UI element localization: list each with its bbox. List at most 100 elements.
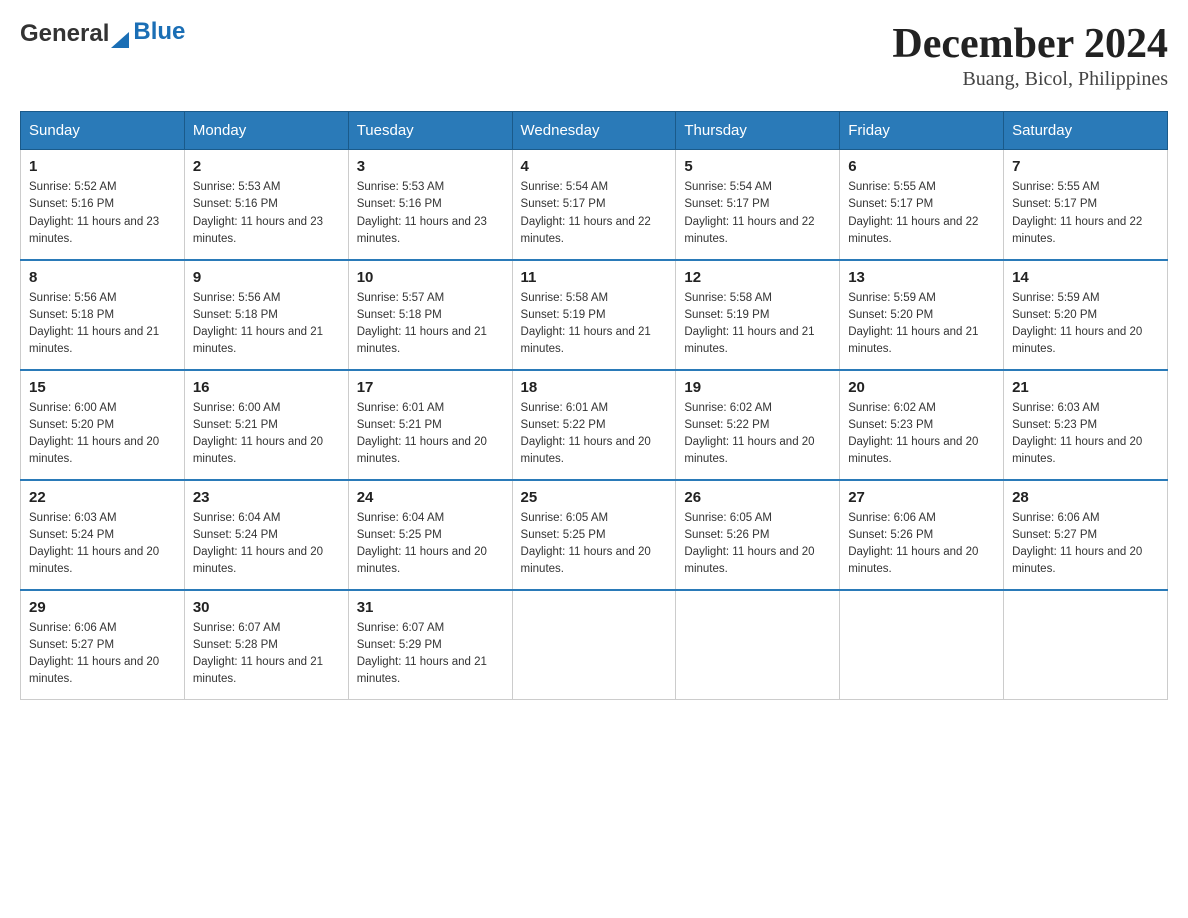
calendar-day-cell: 10 Sunrise: 5:57 AM Sunset: 5:18 PM Dayl… [348,260,512,370]
day-info: Sunrise: 5:53 AM Sunset: 5:16 PM Dayligh… [357,179,504,248]
day-number: 13 [848,269,995,286]
calendar-day-cell [840,590,1004,700]
day-info: Sunrise: 5:58 AM Sunset: 5:19 PM Dayligh… [684,290,831,359]
col-saturday: Saturday [1004,112,1168,150]
month-year-title: December 2024 [892,20,1168,68]
day-info: Sunrise: 6:06 AM Sunset: 5:27 PM Dayligh… [1012,510,1159,579]
calendar-day-cell: 30 Sunrise: 6:07 AM Sunset: 5:28 PM Dayl… [184,590,348,700]
calendar-day-cell: 8 Sunrise: 5:56 AM Sunset: 5:18 PM Dayli… [21,260,185,370]
calendar-day-cell: 19 Sunrise: 6:02 AM Sunset: 5:22 PM Dayl… [676,370,840,480]
calendar-day-cell: 28 Sunrise: 6:06 AM Sunset: 5:27 PM Dayl… [1004,480,1168,590]
day-info: Sunrise: 5:59 AM Sunset: 5:20 PM Dayligh… [1012,290,1159,359]
day-number: 15 [29,379,176,396]
day-info: Sunrise: 5:56 AM Sunset: 5:18 PM Dayligh… [193,290,340,359]
day-number: 21 [1012,379,1159,396]
day-info: Sunrise: 6:04 AM Sunset: 5:24 PM Dayligh… [193,510,340,579]
day-number: 10 [357,269,504,286]
col-monday: Monday [184,112,348,150]
day-info: Sunrise: 6:05 AM Sunset: 5:25 PM Dayligh… [521,510,668,579]
day-info: Sunrise: 6:07 AM Sunset: 5:28 PM Dayligh… [193,620,340,689]
calendar-day-cell: 9 Sunrise: 5:56 AM Sunset: 5:18 PM Dayli… [184,260,348,370]
day-info: Sunrise: 5:54 AM Sunset: 5:17 PM Dayligh… [521,179,668,248]
day-number: 1 [29,158,176,175]
day-info: Sunrise: 6:01 AM Sunset: 5:21 PM Dayligh… [357,400,504,469]
calendar-day-cell: 7 Sunrise: 5:55 AM Sunset: 5:17 PM Dayli… [1004,150,1168,260]
day-info: Sunrise: 5:54 AM Sunset: 5:17 PM Dayligh… [684,179,831,248]
day-info: Sunrise: 6:03 AM Sunset: 5:23 PM Dayligh… [1012,400,1159,469]
calendar-week-row: 8 Sunrise: 5:56 AM Sunset: 5:18 PM Dayli… [21,260,1168,370]
day-info: Sunrise: 6:06 AM Sunset: 5:26 PM Dayligh… [848,510,995,579]
col-thursday: Thursday [676,112,840,150]
day-number: 17 [357,379,504,396]
col-sunday: Sunday [21,112,185,150]
day-info: Sunrise: 6:02 AM Sunset: 5:22 PM Dayligh… [684,400,831,469]
day-info: Sunrise: 5:55 AM Sunset: 5:17 PM Dayligh… [1012,179,1159,248]
calendar-day-cell: 29 Sunrise: 6:06 AM Sunset: 5:27 PM Dayl… [21,590,185,700]
day-number: 9 [193,269,340,286]
calendar-day-cell: 25 Sunrise: 6:05 AM Sunset: 5:25 PM Dayl… [512,480,676,590]
col-wednesday: Wednesday [512,112,676,150]
calendar-day-cell: 31 Sunrise: 6:07 AM Sunset: 5:29 PM Dayl… [348,590,512,700]
calendar-week-row: 29 Sunrise: 6:06 AM Sunset: 5:27 PM Dayl… [21,590,1168,700]
calendar-day-cell: 18 Sunrise: 6:01 AM Sunset: 5:22 PM Dayl… [512,370,676,480]
calendar-day-cell: 13 Sunrise: 5:59 AM Sunset: 5:20 PM Dayl… [840,260,1004,370]
calendar-title-block: December 2024 Buang, Bicol, Philippines [892,20,1168,91]
day-number: 18 [521,379,668,396]
day-number: 31 [357,599,504,616]
day-number: 4 [521,158,668,175]
day-number: 3 [357,158,504,175]
col-friday: Friday [840,112,1004,150]
calendar-day-cell: 6 Sunrise: 5:55 AM Sunset: 5:17 PM Dayli… [840,150,1004,260]
day-number: 2 [193,158,340,175]
day-info: Sunrise: 5:56 AM Sunset: 5:18 PM Dayligh… [29,290,176,359]
page-header: General Blue December 2024 Buang, Bicol,… [20,20,1168,91]
calendar-day-cell: 14 Sunrise: 5:59 AM Sunset: 5:20 PM Dayl… [1004,260,1168,370]
day-info: Sunrise: 5:57 AM Sunset: 5:18 PM Dayligh… [357,290,504,359]
calendar-day-cell: 15 Sunrise: 6:00 AM Sunset: 5:20 PM Dayl… [21,370,185,480]
calendar-day-cell: 20 Sunrise: 6:02 AM Sunset: 5:23 PM Dayl… [840,370,1004,480]
calendar-day-cell: 11 Sunrise: 5:58 AM Sunset: 5:19 PM Dayl… [512,260,676,370]
logo-mark: General [20,20,129,48]
calendar-week-row: 15 Sunrise: 6:00 AM Sunset: 5:20 PM Dayl… [21,370,1168,480]
day-info: Sunrise: 6:06 AM Sunset: 5:27 PM Dayligh… [29,620,176,689]
calendar-day-cell [676,590,840,700]
calendar-day-cell: 17 Sunrise: 6:01 AM Sunset: 5:21 PM Dayl… [348,370,512,480]
logo: General Blue [20,20,185,48]
calendar-day-cell: 2 Sunrise: 5:53 AM Sunset: 5:16 PM Dayli… [184,150,348,260]
calendar-header-row: Sunday Monday Tuesday Wednesday Thursday… [21,112,1168,150]
calendar-day-cell: 23 Sunrise: 6:04 AM Sunset: 5:24 PM Dayl… [184,480,348,590]
day-info: Sunrise: 6:01 AM Sunset: 5:22 PM Dayligh… [521,400,668,469]
calendar-table: Sunday Monday Tuesday Wednesday Thursday… [20,111,1168,700]
day-number: 27 [848,489,995,506]
day-info: Sunrise: 6:03 AM Sunset: 5:24 PM Dayligh… [29,510,176,579]
day-number: 29 [29,599,176,616]
day-info: Sunrise: 5:59 AM Sunset: 5:20 PM Dayligh… [848,290,995,359]
calendar-day-cell [1004,590,1168,700]
day-number: 19 [684,379,831,396]
day-info: Sunrise: 5:53 AM Sunset: 5:16 PM Dayligh… [193,179,340,248]
day-number: 16 [193,379,340,396]
calendar-day-cell: 26 Sunrise: 6:05 AM Sunset: 5:26 PM Dayl… [676,480,840,590]
day-number: 23 [193,489,340,506]
calendar-day-cell: 27 Sunrise: 6:06 AM Sunset: 5:26 PM Dayl… [840,480,1004,590]
day-number: 24 [357,489,504,506]
calendar-week-row: 1 Sunrise: 5:52 AM Sunset: 5:16 PM Dayli… [21,150,1168,260]
day-info: Sunrise: 6:04 AM Sunset: 5:25 PM Dayligh… [357,510,504,579]
calendar-day-cell: 3 Sunrise: 5:53 AM Sunset: 5:16 PM Dayli… [348,150,512,260]
day-number: 5 [684,158,831,175]
day-info: Sunrise: 6:05 AM Sunset: 5:26 PM Dayligh… [684,510,831,579]
calendar-day-cell [512,590,676,700]
day-number: 6 [848,158,995,175]
logo-triangle-icon [111,32,129,48]
calendar-day-cell: 5 Sunrise: 5:54 AM Sunset: 5:17 PM Dayli… [676,150,840,260]
day-info: Sunrise: 5:58 AM Sunset: 5:19 PM Dayligh… [521,290,668,359]
calendar-day-cell: 1 Sunrise: 5:52 AM Sunset: 5:16 PM Dayli… [21,150,185,260]
day-info: Sunrise: 6:07 AM Sunset: 5:29 PM Dayligh… [357,620,504,689]
location-subtitle: Buang, Bicol, Philippines [892,68,1168,91]
calendar-day-cell: 21 Sunrise: 6:03 AM Sunset: 5:23 PM Dayl… [1004,370,1168,480]
day-info: Sunrise: 6:00 AM Sunset: 5:21 PM Dayligh… [193,400,340,469]
day-number: 14 [1012,269,1159,286]
calendar-week-row: 22 Sunrise: 6:03 AM Sunset: 5:24 PM Dayl… [21,480,1168,590]
calendar-day-cell: 16 Sunrise: 6:00 AM Sunset: 5:21 PM Dayl… [184,370,348,480]
day-number: 20 [848,379,995,396]
